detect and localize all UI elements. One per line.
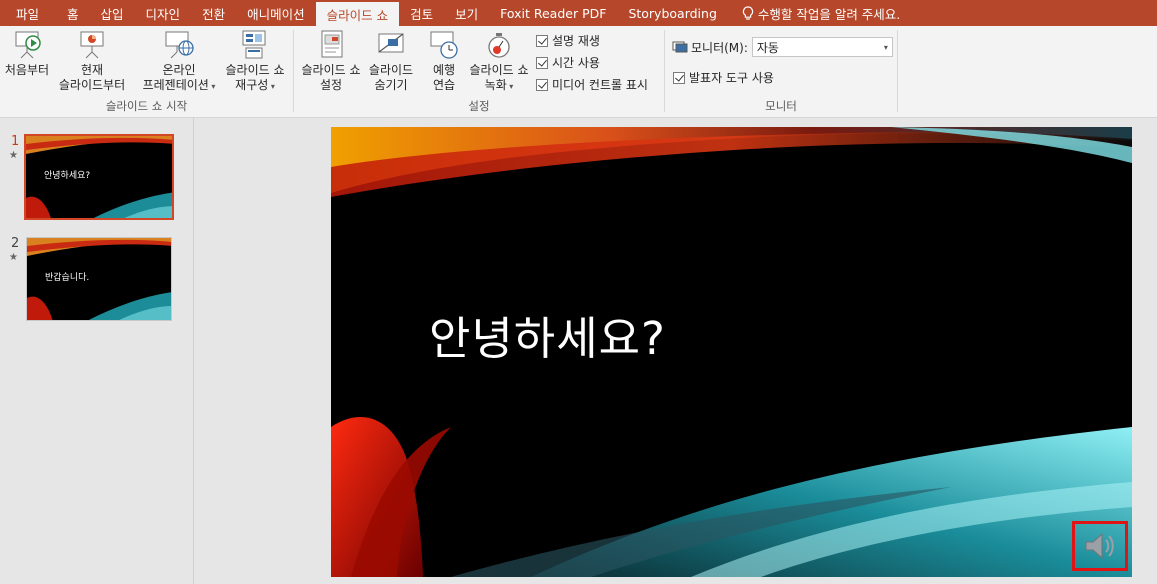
checkbox-checked-icon[interactable] [536,34,548,47]
ribbon-tab-bar: 파일 홈 삽입 디자인 전환 애니메이션 슬라이드 쇼 검토 보기 Foxit … [0,0,1157,26]
group-divider [897,30,898,112]
hide-slide-label-1: 슬라이드 [368,63,414,77]
animation-star-icon: ★ [9,252,18,263]
rehearse-timings-button[interactable]: 예행 연습 [424,28,464,93]
monitor-row: 모니터(M): 자동 ▾ [672,37,893,57]
record-slide-show-icon [488,33,510,58]
play-narrations-checkbox[interactable]: 설명 재생 [536,32,600,49]
monitor-select-value: 자동 [756,40,779,55]
dropdown-arrow-icon: ▾ [506,82,514,91]
presenter-view-checkbox[interactable]: 발표자 도구 사용 [673,69,774,86]
show-media-controls-label: 미디어 컨트롤 표시 [552,78,648,92]
slide-title[interactable]: 안녕하세요? [429,302,666,367]
from-current-label-2: 슬라이드부터 [58,78,126,92]
tab-view[interactable]: 보기 [444,0,489,26]
set-up-slide-show-button[interactable]: 슬라이드 쇼 설정 [298,28,364,93]
monitor-icon [672,41,688,53]
checkbox-checked-icon[interactable] [536,78,548,91]
present-online-icon [165,31,194,59]
animation-star-icon: ★ [9,150,18,161]
monitor-label: 모니터(M): [691,40,748,55]
slide-number: 1 [11,134,20,149]
group-set-up: 슬라이드 쇼 설정 슬라이드 숨기기 예행 연습 슬라이드 쇼 녹화 ▾ 설명 … [294,26,664,118]
set-up-label-2: 설정 [319,78,343,92]
lightbulb-icon [742,5,753,20]
record-slide-show-button[interactable]: 슬라이드 쇼 녹화 ▾ [466,28,532,94]
thumbnail-text: 반갑습니다. [45,273,90,283]
speaker-icon[interactable] [1080,529,1120,563]
checkbox-checked-icon[interactable] [536,56,548,69]
custom-slide-show-icon [242,30,266,59]
monitor-select[interactable]: 자동 ▾ [751,37,893,57]
tab-storyboarding[interactable]: Storyboarding [617,0,727,26]
record-label-1: 슬라이드 쇼 [469,63,529,77]
hide-slide-label-2: 숨기기 [374,78,408,92]
tell-me-text: 수행할 작업을 알려 주세요. [757,6,901,22]
play-narrations-label: 설명 재생 [552,34,600,48]
from-beginning-label: 처음부터 [4,63,50,77]
dropdown-arrow-icon: ▾ [883,43,888,52]
tab-home[interactable]: 홈 [56,0,90,26]
tell-me-box[interactable]: 수행할 작업을 알려 주세요. [728,0,900,26]
tab-animations[interactable]: 애니메이션 [236,0,316,26]
custom-show-label-1: 슬라이드 쇼 [225,63,285,77]
slide-thumbnail-2[interactable]: 반갑습니다. [26,237,172,321]
tab-foxit-reader-pdf[interactable]: Foxit Reader PDF [489,0,617,26]
set-up-label-1: 슬라이드 쇼 [301,63,361,77]
tab-file[interactable]: 파일 [0,0,56,26]
checkbox-checked-icon[interactable] [673,71,685,84]
rehearse-timings-icon [430,31,458,59]
tab-insert[interactable]: 삽입 [90,0,135,26]
rehearse-label-1: 예행 [432,63,456,77]
thumbnail-text: 안녕하세요? [44,171,91,181]
dropdown-arrow-icon: ▾ [268,82,275,91]
slide-editor-canvas[interactable]: 안녕하세요? [331,127,1132,577]
group-label-start: 슬라이드 쇼 시작 [105,99,188,113]
from-beginning-button[interactable]: 처음부터 [2,28,52,78]
ribbon: 처음부터 현재 슬라이드부터 온라인 프레젠테이션 ▾ 슬라이드 쇼 재구성 ▾… [0,26,1157,118]
record-label-2: 녹화 [484,78,507,92]
slide-number: 2 [11,236,20,251]
present-online-button[interactable]: 온라인 프레젠테이션 ▾ [137,28,221,94]
presenter-view-label: 발표자 도구 사용 [689,71,774,85]
from-current-slide-button[interactable]: 현재 슬라이드부터 [55,28,129,93]
group-label-monitors: 모니터 [765,99,797,113]
present-online-label-1: 온라인 [162,63,196,77]
tab-design[interactable]: 디자인 [135,0,192,26]
hide-slide-icon [378,33,404,53]
slide-thumbnail-pane: 1 ★ 안녕하세요? 2 ★ 반갑습니다. [0,118,194,584]
custom-show-label-2: 재구성 [235,78,269,92]
slide-thumbnail-1[interactable]: 안녕하세요? [24,134,174,220]
from-current-label-1: 현재 [80,63,104,77]
present-online-label-2: 프레젠테이션 [142,78,209,92]
hide-slide-button[interactable]: 슬라이드 숨기기 [366,28,416,93]
rehearse-label-2: 연습 [432,78,456,92]
from-current-slide-icon [80,31,104,59]
use-timings-checkbox[interactable]: 시간 사용 [536,54,600,71]
group-start-slide-show: 처음부터 현재 슬라이드부터 온라인 프레젠테이션 ▾ 슬라이드 쇼 재구성 ▾… [0,26,293,118]
from-beginning-icon [15,31,41,59]
group-label-set-up: 설정 [468,99,490,113]
tab-slide-show[interactable]: 슬라이드 쇼 [315,2,400,26]
use-timings-label: 시간 사용 [552,56,600,70]
tab-transitions[interactable]: 전환 [191,0,236,26]
custom-slide-show-button[interactable]: 슬라이드 쇼 재구성 ▾ [222,28,288,94]
show-media-controls-checkbox[interactable]: 미디어 컨트롤 표시 [536,76,648,93]
set-up-slide-show-icon [321,30,343,58]
audio-icon-highlight[interactable] [1072,521,1128,571]
tab-review[interactable]: 검토 [399,0,444,26]
dropdown-arrow-icon: ▾ [208,82,216,91]
